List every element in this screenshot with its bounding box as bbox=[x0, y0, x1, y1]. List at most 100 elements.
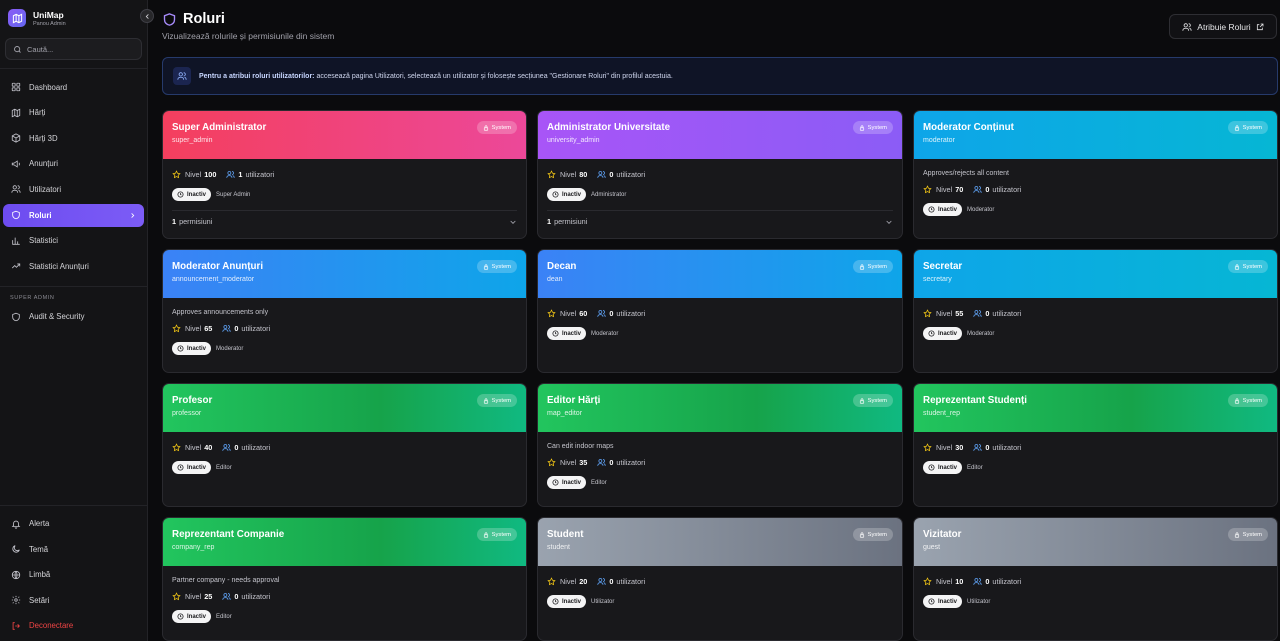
sidebar-item-anunturi[interactable]: Anunțuri bbox=[3, 152, 144, 175]
sidebar-item-statistici[interactable]: Statistici bbox=[3, 229, 144, 252]
role-card-moderator[interactable]: Moderator Conținut moderator System Appr… bbox=[913, 110, 1278, 239]
role-card-body: Approves/rejects all content Nivel 70 0u… bbox=[914, 159, 1277, 216]
role-card-header: Administrator Universitate university_ad… bbox=[538, 111, 902, 159]
role-code: moderator bbox=[923, 137, 955, 144]
clock-icon bbox=[552, 191, 559, 198]
system-badge-label: System bbox=[867, 124, 887, 131]
role-code: map_editor bbox=[547, 410, 583, 417]
role-card-company-rep[interactable]: Reprezentant Companie company_rep System… bbox=[162, 517, 527, 641]
users-icon bbox=[222, 444, 231, 451]
role-card-header: Secretar secretary System bbox=[914, 250, 1277, 298]
role-tier: Moderator bbox=[967, 206, 995, 213]
users-label: utilizatori bbox=[616, 577, 646, 586]
role-meta: Nivel 20 0 utilizatori bbox=[547, 577, 893, 586]
role-card-header: Moderator Anunțuri announcement_moderato… bbox=[163, 250, 526, 298]
sidebar-item-harti-3d[interactable]: Hărți 3D bbox=[3, 127, 144, 150]
sidebar-item-label: Statistici bbox=[29, 236, 59, 246]
role-level: 35 bbox=[579, 458, 588, 467]
shield-icon bbox=[163, 12, 176, 26]
role-card-guest[interactable]: Vizitator guest System Nivel 10 0 utiliza… bbox=[913, 517, 1278, 641]
star-icon bbox=[172, 443, 181, 452]
role-meta: Nivel 10 0 utilizatori bbox=[923, 577, 1268, 586]
role-user-count: 0 bbox=[609, 309, 614, 318]
role-status-row: Inactiv Utilizator bbox=[923, 595, 1268, 608]
sidebar-item-tema[interactable]: Temă bbox=[3, 538, 144, 561]
sidebar-item-alerta[interactable]: Alerta bbox=[3, 512, 144, 535]
status-badge: Inactiv bbox=[923, 327, 963, 340]
collapse-sidebar-button[interactable] bbox=[140, 9, 154, 23]
assign-roles-button[interactable]: Atribuie Roluri bbox=[1169, 14, 1277, 39]
sidebar-item-statistici-anunturi[interactable]: Statistici Anunțuri bbox=[3, 255, 144, 278]
role-card-header: Vizitator guest System bbox=[914, 518, 1277, 566]
sidebar-item-label: Hărți bbox=[29, 108, 46, 118]
chevron-down-icon bbox=[886, 220, 892, 224]
role-meta: Nivel 40 0 utilizatori bbox=[172, 443, 517, 452]
megaphone-icon bbox=[11, 160, 20, 168]
sidebar-item-audit-security[interactable]: Audit & Security bbox=[3, 305, 144, 328]
role-card-university-admin[interactable]: Administrator Universitate university_ad… bbox=[537, 110, 903, 239]
shield-icon bbox=[12, 210, 20, 220]
sidebar-item-harti[interactable]: Hărți bbox=[3, 101, 144, 124]
system-badge: System bbox=[476, 394, 517, 407]
sidebar-item-roluri[interactable]: Roluri bbox=[3, 203, 144, 227]
role-name: Secretar bbox=[923, 261, 963, 272]
search-input[interactable]: Caută... bbox=[5, 38, 142, 60]
role-card-announcement-moderator[interactable]: Moderator Anunțuri announcement_moderato… bbox=[162, 249, 527, 373]
system-badge: System bbox=[476, 528, 517, 541]
page-subtitle: Vizualizează rolurile și permisiunile di… bbox=[162, 31, 335, 41]
role-code: announcement_moderator bbox=[172, 276, 255, 283]
role-card-body: Nivel 60 0 utilizatori Inactiv Moderator bbox=[538, 298, 902, 340]
permissions-toggle[interactable]: 1 permisiuni bbox=[547, 210, 893, 232]
role-card-body: Nivel 30 0 utilizatori Inactiv Editor bbox=[914, 432, 1277, 474]
role-users: 0 utilizatori bbox=[973, 309, 1021, 318]
external-link-icon bbox=[1256, 23, 1264, 30]
permissions-toggle[interactable]: 1 permisiuni bbox=[172, 210, 517, 232]
role-card-body: Nivel 40 0 utilizatori Inactiv Editor bbox=[163, 432, 526, 474]
role-card-professor[interactable]: Profesor professor System Nivel 40 0 util… bbox=[162, 383, 527, 507]
sidebar-item-setari[interactable]: Setări bbox=[3, 589, 144, 612]
role-users: 0 utilizatori bbox=[973, 577, 1021, 586]
role-user-count: 0 bbox=[609, 577, 614, 586]
users-label: utilizatori bbox=[245, 170, 275, 179]
role-meta: Nivel 60 0 utilizatori bbox=[547, 309, 893, 318]
role-tier: Editor bbox=[216, 613, 232, 620]
lock-icon bbox=[1234, 397, 1239, 404]
level-label: Nivel bbox=[560, 458, 577, 467]
system-badge-label: System bbox=[867, 397, 887, 404]
users-icon bbox=[597, 578, 606, 585]
cube-icon bbox=[11, 133, 21, 143]
level-label: Nivel bbox=[560, 577, 577, 586]
role-card-student[interactable]: Student student System Nivel 20 0 utiliza… bbox=[537, 517, 903, 641]
role-code: dean bbox=[547, 276, 563, 283]
role-meta: Nivel 80 0 utilizatori bbox=[547, 170, 893, 179]
role-card-student-rep[interactable]: Reprezentant Studenți student_rep System… bbox=[913, 383, 1278, 507]
role-status-row: Inactiv Administrator bbox=[547, 188, 893, 201]
role-card-header: Reprezentant Companie company_rep System bbox=[163, 518, 526, 566]
role-level: 55 bbox=[955, 309, 964, 318]
role-user-count: 1 bbox=[238, 170, 243, 179]
role-card-dean[interactable]: Decan dean System Nivel 60 0utilizatori bbox=[537, 249, 903, 373]
sidebar-item-dashboard[interactable]: Dashboard bbox=[3, 76, 144, 99]
lock-icon bbox=[483, 531, 488, 538]
level-label: Nivel bbox=[936, 185, 953, 194]
star-icon bbox=[547, 577, 556, 586]
sidebar-item-utilizatori[interactable]: Utilizatori bbox=[3, 178, 144, 201]
role-name: Administrator Universitate bbox=[547, 122, 671, 133]
sidebar-item-deconectare[interactable]: Deconectare bbox=[3, 614, 144, 637]
role-level: 25 bbox=[204, 592, 213, 601]
sidebar-item-limba[interactable]: Limbă bbox=[3, 563, 144, 586]
role-card-super-admin[interactable]: Super Administrator super_admin System N… bbox=[162, 110, 527, 239]
brand[interactable]: UniMap Panou Admin bbox=[0, 0, 147, 30]
role-card-map-editor[interactable]: Editor Hărți map_editor System Can edit … bbox=[537, 383, 903, 507]
clock-icon bbox=[928, 598, 935, 605]
main-content: Roluri Vizualizează rolurile și permisiu… bbox=[148, 0, 1280, 641]
role-user-count: 0 bbox=[609, 170, 614, 179]
role-level: 100 bbox=[204, 170, 217, 179]
role-tier: Moderator bbox=[591, 330, 619, 337]
role-name: Super Administrator bbox=[172, 122, 267, 133]
users-label: utilizatori bbox=[616, 309, 646, 318]
assign-roles-label: Atribuie Roluri bbox=[1197, 21, 1251, 32]
info-banner: Pentru a atribui roluri utilizatorilor: … bbox=[162, 57, 1278, 95]
role-card-secretary[interactable]: Secretar secretary System Nivel 55 0 util… bbox=[913, 249, 1278, 373]
star-icon bbox=[923, 185, 932, 194]
